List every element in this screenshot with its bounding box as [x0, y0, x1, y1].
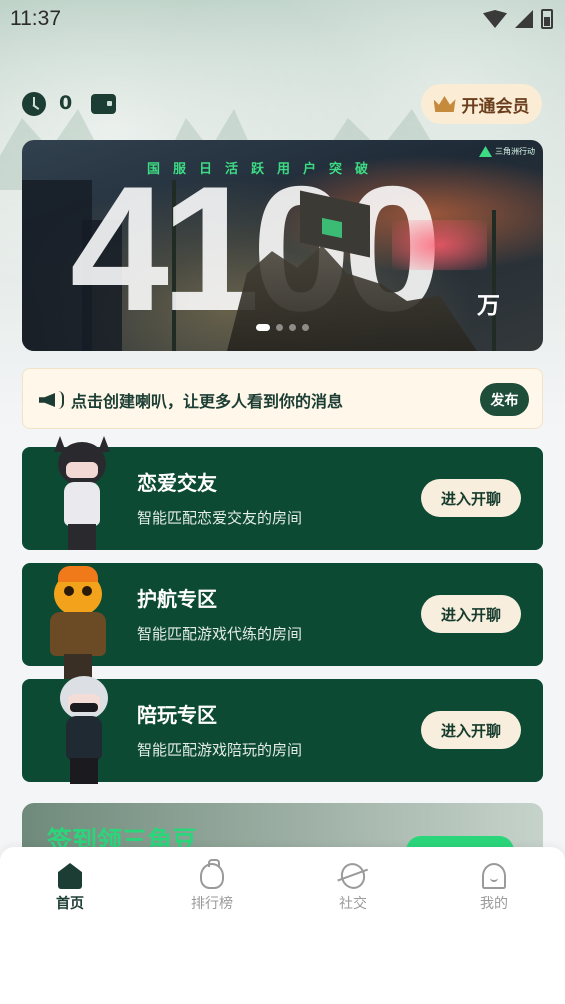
profile-icon	[482, 863, 506, 889]
cat-ear-girl-avatar	[48, 436, 118, 556]
game-logo-icon	[479, 146, 492, 157]
enter-chat-button[interactable]: 进入开聊	[421, 711, 521, 749]
cat-ear	[98, 436, 110, 452]
wallet-icon[interactable]	[91, 94, 116, 114]
notice-text: 点击创建喇叭，让更多人看到你的消息	[71, 392, 344, 411]
game-logo: 三角洲行动	[479, 146, 535, 157]
room-title: 陪玩专区	[137, 703, 217, 727]
enter-chat-button[interactable]: 进入开聊	[421, 595, 521, 633]
avatar-body	[64, 482, 100, 526]
clock-icon[interactable]	[22, 92, 46, 116]
avatar-legs	[68, 524, 96, 550]
status-bar: 11:37	[0, 0, 565, 38]
enter-chat-button[interactable]: 进入开聊	[421, 479, 521, 517]
tab-home[interactable]: 首页	[25, 861, 115, 917]
avatar-body	[50, 612, 106, 656]
status-icons	[483, 9, 553, 29]
home-icon	[58, 863, 82, 889]
banner-headline: 国服日活跃用户突破	[147, 162, 382, 177]
room-title: 护航专区	[137, 587, 217, 611]
avatar-legs	[70, 758, 98, 784]
avatar-mask	[70, 703, 98, 712]
banner-unit: 万	[477, 293, 500, 319]
skull-soldier-avatar	[44, 566, 114, 686]
skull-eye	[82, 586, 92, 596]
tab-ranking[interactable]: 排行榜	[167, 859, 257, 917]
skull-eye	[64, 586, 74, 596]
smoke-decoration	[392, 220, 487, 270]
broadcast-notice-bar[interactable]: 点击创建喇叭，让更多人看到你的消息 发布	[22, 368, 543, 429]
open-vip-button[interactable]: 开通会员	[421, 84, 542, 124]
tab-label: 排行榜	[191, 896, 233, 912]
room-desc: 智能匹配游戏代练的房间	[137, 625, 303, 643]
carousel-dot[interactable]	[256, 324, 270, 331]
tab-profile[interactable]: 我的	[449, 861, 539, 917]
cat-ear	[54, 436, 66, 452]
ranking-icon	[200, 859, 224, 889]
room-title: 恋爱交友	[137, 471, 217, 495]
carousel-dot[interactable]	[289, 324, 296, 331]
megaphone-wave-icon	[58, 391, 64, 409]
silver-hair-girl-avatar	[50, 670, 120, 790]
room-desc: 智能匹配恋爱交友的房间	[137, 509, 303, 527]
signal-icon	[515, 10, 533, 28]
bottom-tab-bar: 首页 排行榜 社交 我的	[0, 847, 565, 1004]
carousel-dots	[22, 324, 543, 331]
tab-label: 首页	[56, 896, 84, 912]
tab-label: 社交	[339, 896, 367, 912]
tab-label: 我的	[480, 896, 508, 912]
vip-label: 开通会员	[461, 96, 530, 117]
coin-count: 0	[59, 92, 73, 114]
megaphone-icon	[39, 393, 55, 407]
publish-button[interactable]: 发布	[480, 383, 529, 416]
battery-icon	[541, 9, 553, 29]
carousel-dot[interactable]	[302, 324, 309, 331]
status-time: 11:37	[10, 7, 61, 30]
avatar-hair	[58, 566, 98, 582]
social-icon	[337, 859, 369, 893]
wifi-icon	[483, 10, 507, 28]
promo-banner[interactable]: 4100 万 国服日活跃用户突破 三角洲行动	[22, 140, 543, 351]
tab-social[interactable]: 社交	[308, 859, 398, 917]
avatar-face	[66, 462, 98, 478]
game-logo-text: 三角洲行动	[495, 147, 535, 156]
avatar-body	[66, 716, 102, 760]
crown-icon	[433, 96, 456, 112]
carousel-dot[interactable]	[276, 324, 283, 331]
room-desc: 智能匹配游戏陪玩的房间	[137, 741, 303, 759]
